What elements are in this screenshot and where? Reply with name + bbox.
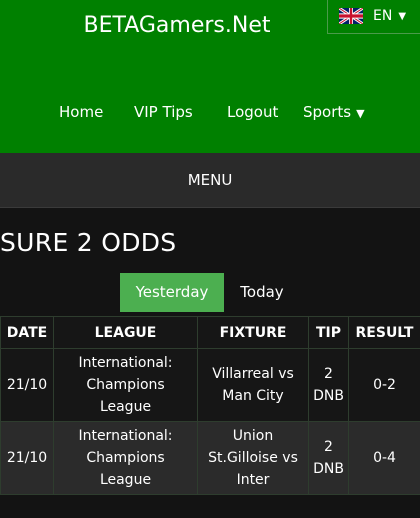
cell-date: 21/10 (0, 421, 54, 495)
language-label: EN (373, 8, 393, 24)
league-line: League (99, 399, 152, 415)
site-header: BETAGamers.Net EN ▼ Home VIP Tips Logout… (0, 0, 420, 153)
league-line: League (99, 472, 152, 488)
main-content: SURE 2 ODDS Yesterday Today DATE LEAGUE … (0, 208, 420, 518)
fixture-line: St.Gilloise vs (208, 450, 298, 466)
chevron-down-icon: ▼ (398, 10, 407, 22)
table-row: 21/10 International: Champions League Vi… (0, 348, 420, 422)
main-nav: Home VIP Tips Logout Sports ▼ (0, 103, 420, 125)
column-header-result: RESULT (348, 316, 420, 349)
fixture-line: Villarreal vs (212, 366, 294, 382)
table-row: 21/10 International: Champions League Un… (0, 421, 420, 495)
tips-table: DATE LEAGUE FIXTURE TIP RESULT 21/10 Int… (0, 316, 420, 495)
fixture-line: Inter (236, 472, 270, 488)
cell-tip: 2 DNB (308, 348, 349, 422)
site-title[interactable]: BETAGamers.Net (0, 13, 354, 38)
nav-item-sports-label: Sports (303, 103, 352, 121)
cell-result: 0-2 (348, 348, 420, 422)
cell-tip: 2 DNB (308, 421, 349, 495)
fixture-line: Union (232, 428, 274, 444)
nav-item-vip-tips[interactable]: VIP Tips (134, 103, 193, 121)
language-selector[interactable]: EN ▼ (327, 0, 420, 34)
nav-item-logout[interactable]: Logout (227, 103, 278, 121)
column-header-fixture: FIXTURE (197, 316, 309, 349)
cell-result: 0-4 (348, 421, 420, 495)
cell-date: 21/10 (0, 348, 54, 422)
tab-today[interactable]: Today (229, 273, 295, 312)
cell-fixture: Union St.Gilloise vs Inter (197, 421, 309, 495)
nav-item-home[interactable]: Home (59, 103, 103, 121)
tip-line: 2 (324, 439, 333, 455)
cell-league: International: Champions League (53, 421, 198, 495)
menu-toggle-bar[interactable]: MENU (0, 153, 420, 208)
tip-line: DNB (313, 388, 344, 404)
column-header-league: LEAGUE (53, 316, 198, 349)
chevron-down-icon: ▼ (356, 107, 365, 120)
tab-yesterday[interactable]: Yesterday (120, 273, 224, 312)
nav-item-sports[interactable]: Sports ▼ (303, 103, 365, 121)
league-line: International: (78, 428, 173, 444)
tip-line: DNB (313, 461, 344, 477)
league-line: Champions (86, 450, 165, 466)
cell-fixture: Villarreal vs Man City (197, 348, 309, 422)
league-line: International: (78, 355, 173, 371)
tip-line: 2 (324, 366, 333, 382)
column-header-date: DATE (0, 316, 54, 349)
page-title: SURE 2 ODDS (0, 228, 177, 257)
uk-flag-icon (339, 8, 363, 24)
cell-league: International: Champions League (53, 348, 198, 422)
table-header-row: DATE LEAGUE FIXTURE TIP RESULT (0, 316, 420, 349)
column-header-tip: TIP (308, 316, 349, 349)
fixture-line: Man City (222, 388, 284, 404)
league-line: Champions (86, 377, 165, 393)
